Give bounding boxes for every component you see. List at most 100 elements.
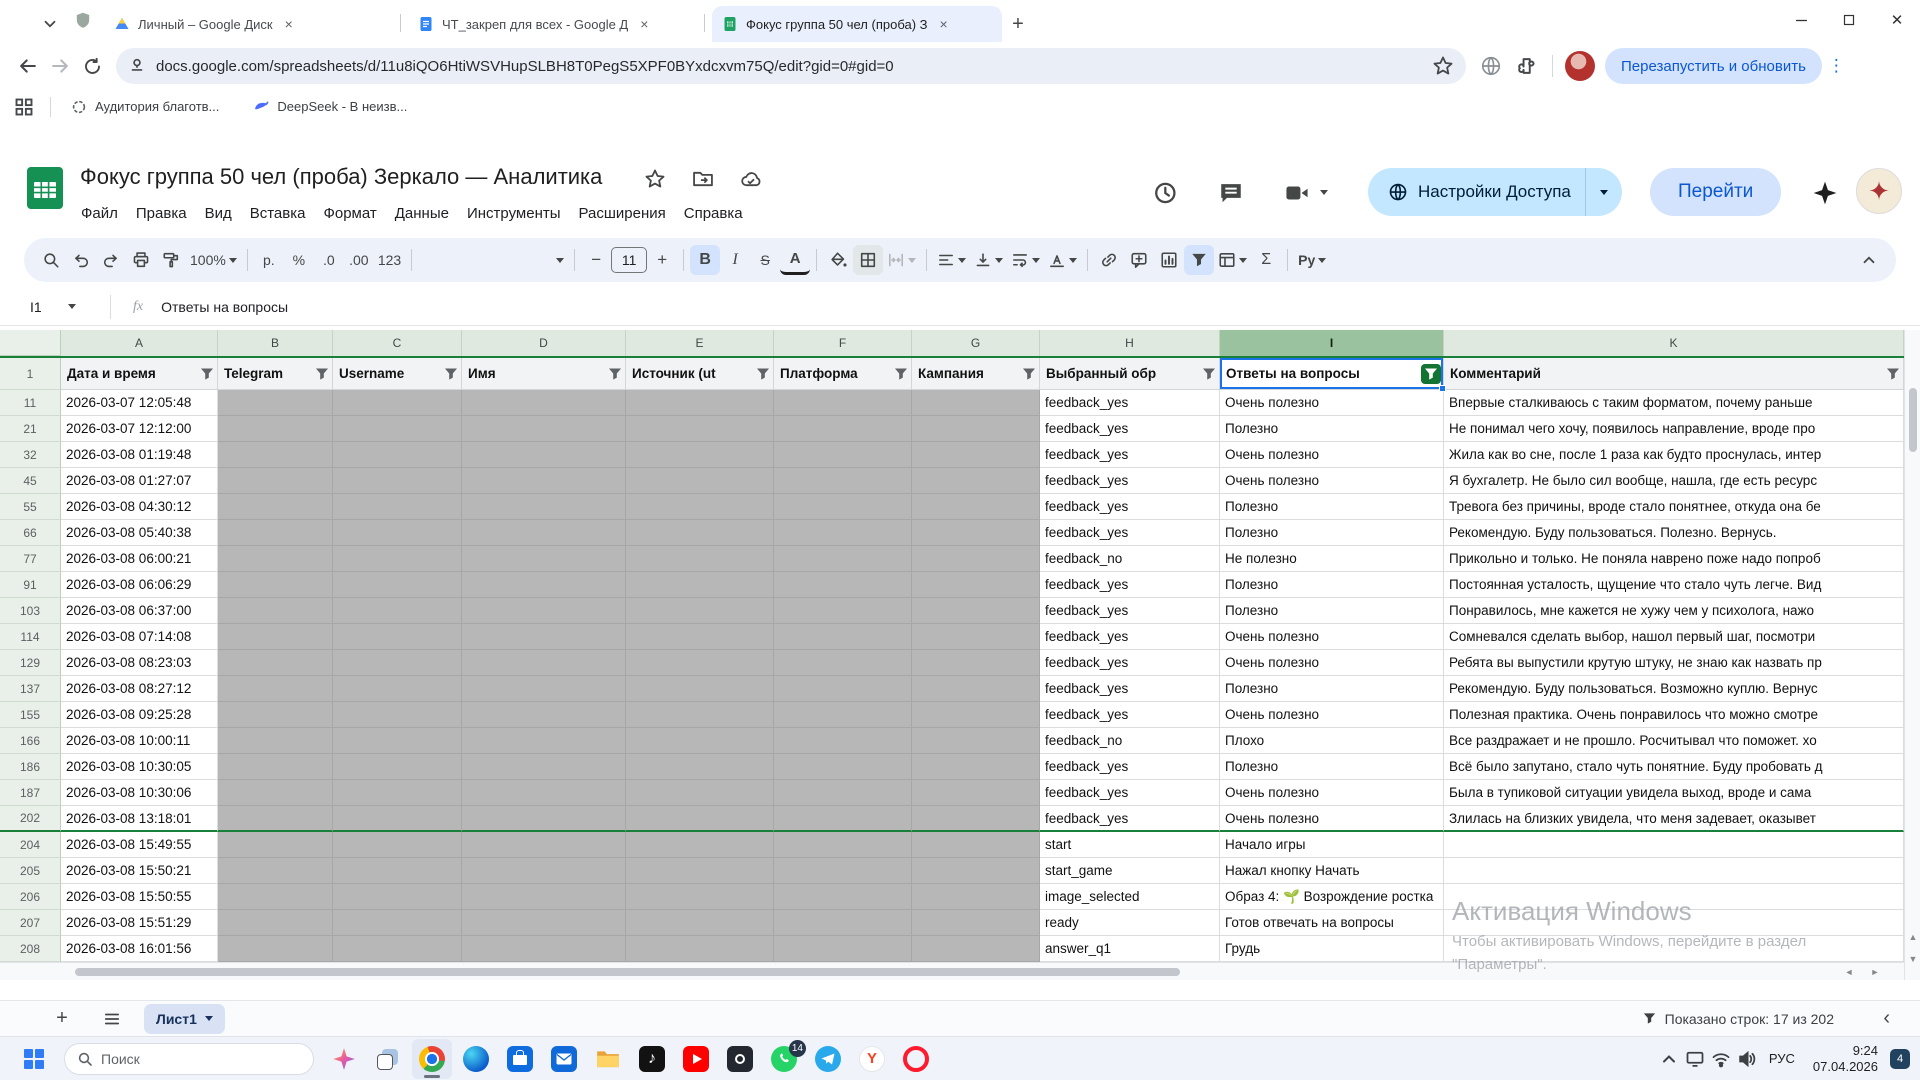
cell-F208[interactable] xyxy=(774,936,912,962)
cell-E206[interactable] xyxy=(626,884,774,910)
cell-F206[interactable] xyxy=(774,884,912,910)
cell-B103[interactable] xyxy=(218,598,333,624)
cell-H32[interactable]: feedback_yes xyxy=(1040,442,1220,468)
cell-F207[interactable] xyxy=(774,910,912,936)
create-filter-button[interactable] xyxy=(1184,245,1214,275)
menu-extensions[interactable]: Расширения xyxy=(570,202,675,225)
cell-C55[interactable] xyxy=(333,494,462,520)
header-cell-H1[interactable]: Выбранный обр xyxy=(1040,358,1220,390)
cell-A114[interactable]: 2026-03-08 07:14:08 xyxy=(61,624,218,650)
cloud-saved-icon[interactable] xyxy=(740,168,762,190)
paint-format-icon[interactable] xyxy=(156,245,186,275)
cell-A166[interactable]: 2026-03-08 10:00:11 xyxy=(61,728,218,754)
whatsapp-taskbar-icon[interactable]: 14 xyxy=(764,1039,804,1079)
collapse-status-chevron[interactable]: ‹ xyxy=(1883,1007,1890,1030)
site-info-icon[interactable] xyxy=(128,57,146,75)
cell-K207[interactable] xyxy=(1444,910,1904,936)
all-sheets-menu-icon[interactable] xyxy=(98,1005,126,1033)
row-number[interactable]: 137 xyxy=(0,676,61,702)
filter-icon[interactable] xyxy=(1885,366,1901,382)
menu-view[interactable]: Вид xyxy=(196,202,241,225)
cell-I202[interactable]: Очень полезно xyxy=(1220,806,1444,832)
cell-F21[interactable] xyxy=(774,416,912,442)
header-cell-F1[interactable]: Платформа xyxy=(774,358,912,390)
merge-cells-button[interactable] xyxy=(883,245,920,275)
cell-A202[interactable]: 2026-03-08 13:18:01 xyxy=(61,806,218,832)
menu-edit[interactable]: Правка xyxy=(127,202,196,225)
print-icon[interactable] xyxy=(126,245,156,275)
cell-F91[interactable] xyxy=(774,572,912,598)
cell-F77[interactable] xyxy=(774,546,912,572)
cell-B202[interactable] xyxy=(218,806,333,832)
row-number[interactable]: 155 xyxy=(0,702,61,728)
cell-G204[interactable] xyxy=(912,832,1040,858)
globe-icon[interactable] xyxy=(1480,55,1502,77)
cell-C114[interactable] xyxy=(333,624,462,650)
cell-I114[interactable]: Очень полезно xyxy=(1220,624,1444,650)
cell-D166[interactable] xyxy=(462,728,626,754)
row-number[interactable]: 91 xyxy=(0,572,61,598)
cell-E21[interactable] xyxy=(626,416,774,442)
cell-H66[interactable]: feedback_yes xyxy=(1040,520,1220,546)
cell-H91[interactable]: feedback_yes xyxy=(1040,572,1220,598)
cell-I187[interactable]: Очень полезно xyxy=(1220,780,1444,806)
cell-G77[interactable] xyxy=(912,546,1040,572)
cell-I205[interactable]: Нажал кнопку Начать xyxy=(1220,858,1444,884)
cell-D66[interactable] xyxy=(462,520,626,546)
cell-G206[interactable] xyxy=(912,884,1040,910)
header-cell-D1[interactable]: Имя xyxy=(462,358,626,390)
cell-C202[interactable] xyxy=(333,806,462,832)
cell-B205[interactable] xyxy=(218,858,333,884)
vertical-scroll-thumb[interactable] xyxy=(1909,388,1917,452)
cell-D114[interactable] xyxy=(462,624,626,650)
cell-I204[interactable]: Начало игры xyxy=(1220,832,1444,858)
cell-C21[interactable] xyxy=(333,416,462,442)
meet-camera-icon[interactable] xyxy=(1284,180,1310,206)
cell-G103[interactable] xyxy=(912,598,1040,624)
cell-F66[interactable] xyxy=(774,520,912,546)
formula-input[interactable]: Ответы на вопросы xyxy=(161,299,288,315)
cell-C155[interactable] xyxy=(333,702,462,728)
cell-F11[interactable] xyxy=(774,390,912,416)
cell-G21[interactable] xyxy=(912,416,1040,442)
volume-icon[interactable] xyxy=(1737,1049,1757,1069)
text-rotation-button[interactable] xyxy=(1044,245,1081,275)
cell-G155[interactable] xyxy=(912,702,1040,728)
cell-B114[interactable] xyxy=(218,624,333,650)
cell-K91[interactable]: Постоянная усталость, щущение что стало … xyxy=(1444,572,1904,598)
menu-file[interactable]: Файл xyxy=(72,202,127,225)
cell-H45[interactable]: feedback_yes xyxy=(1040,468,1220,494)
cell-G66[interactable] xyxy=(912,520,1040,546)
tray-chevron-up-icon[interactable] xyxy=(1659,1049,1679,1069)
cell-B45[interactable] xyxy=(218,468,333,494)
cell-C205[interactable] xyxy=(333,858,462,884)
cell-I55[interactable]: Полезно xyxy=(1220,494,1444,520)
cell-E187[interactable] xyxy=(626,780,774,806)
cell-A103[interactable]: 2026-03-08 06:37:00 xyxy=(61,598,218,624)
browser-menu-kebab-icon[interactable]: ⋮ xyxy=(1828,56,1846,76)
cell-H77[interactable]: feedback_no xyxy=(1040,546,1220,572)
filter-icon[interactable] xyxy=(1421,364,1441,384)
filter-icon[interactable] xyxy=(314,366,330,382)
cell-C208[interactable] xyxy=(333,936,462,962)
bookmark-star-icon[interactable] xyxy=(1432,55,1454,77)
cell-K205[interactable] xyxy=(1444,858,1904,884)
table-views-button[interactable] xyxy=(1214,245,1251,275)
cell-H114[interactable]: feedback_yes xyxy=(1040,624,1220,650)
row-number[interactable]: 77 xyxy=(0,546,61,572)
increase-decimal-button[interactable]: .00 xyxy=(344,245,374,275)
row-number[interactable]: 208 xyxy=(0,936,61,962)
menu-insert[interactable]: Вставка xyxy=(241,202,315,225)
cell-K11[interactable]: Впервые сталкиваюсь с таким форматом, по… xyxy=(1444,390,1904,416)
hide-toolbar-icon[interactable] xyxy=(1854,245,1884,275)
strikethrough-button[interactable]: S xyxy=(750,245,780,275)
cell-G55[interactable] xyxy=(912,494,1040,520)
cell-E207[interactable] xyxy=(626,910,774,936)
comments-icon[interactable] xyxy=(1218,180,1244,206)
row-number[interactable]: 129 xyxy=(0,650,61,676)
filter-icon[interactable] xyxy=(199,366,215,382)
cell-I66[interactable]: Полезно xyxy=(1220,520,1444,546)
cell-H11[interactable]: feedback_yes xyxy=(1040,390,1220,416)
row-number[interactable]: 103 xyxy=(0,598,61,624)
column-header-D[interactable]: D xyxy=(462,330,626,356)
